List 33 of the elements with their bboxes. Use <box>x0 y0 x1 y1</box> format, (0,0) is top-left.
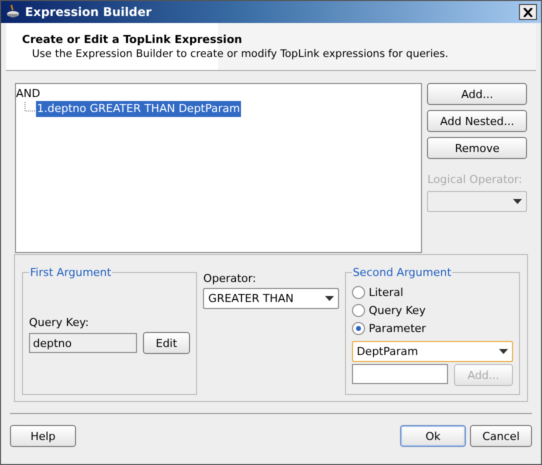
radio-option[interactable]: Parameter <box>352 319 513 337</box>
radio-button[interactable] <box>352 286 365 298</box>
group-title: First Argument <box>29 266 112 279</box>
header-subtitle: Use the Expression Builder to create or modify TopLink expressions for queries. <box>31 48 450 60</box>
coffee-cup-icon <box>5 4 21 20</box>
caret-icon <box>324 296 334 301</box>
header-title: Create or Edit a TopLink Expression <box>22 33 244 46</box>
radio-button[interactable] <box>352 304 365 316</box>
field-label: Operator: <box>203 272 258 285</box>
field-label: Logical Operator: <box>427 173 524 186</box>
close-icon <box>523 8 533 16</box>
caret-icon <box>499 349 508 354</box>
window-title: Expression Builder <box>25 5 153 19</box>
tree-node[interactable]: 1.deptno GREATER THAN DeptParam <box>36 101 241 117</box>
caret-icon <box>513 199 522 204</box>
dialog-button[interactable]: Cancel <box>470 425 532 447</box>
edit-button[interactable]: Edit <box>142 332 190 354</box>
query-key-field[interactable]: deptno <box>29 333 137 353</box>
radio-button[interactable] <box>352 322 365 334</box>
group-title: Second Argument <box>352 266 452 279</box>
radio-option[interactable]: Query Key <box>352 301 513 319</box>
action-button[interactable]: Add... <box>427 83 527 105</box>
dialog-button[interactable]: Help <box>10 425 76 447</box>
operator-dropdown[interactable]: GREATER THAN <box>203 288 339 309</box>
field-label: Query Key: <box>29 316 90 329</box>
radio-option[interactable]: Literal <box>352 283 513 301</box>
text-field[interactable] <box>352 364 448 384</box>
close-button[interactable] <box>519 4 537 20</box>
action-button[interactable]: Remove <box>427 137 527 159</box>
tree-node[interactable]: AND <box>16 86 422 101</box>
parameter-dropdown[interactable]: DeptParam <box>352 341 513 362</box>
action-button[interactable]: Add Nested... <box>427 110 527 132</box>
dialog-button[interactable]: Ok <box>400 425 466 447</box>
